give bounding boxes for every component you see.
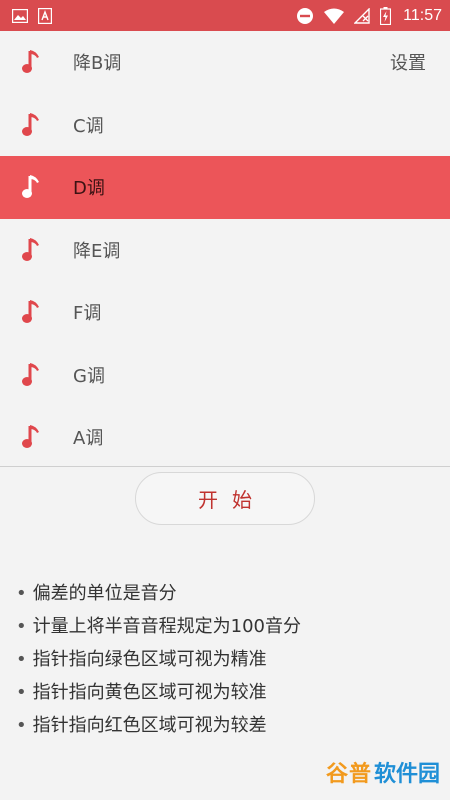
bullet: • <box>16 649 27 670</box>
list-item: • 指针指向红色区域可视为较差 <box>16 709 301 742</box>
status-left <box>12 7 52 24</box>
note-text: 计量上将半音音程规定为100音分 <box>32 616 301 637</box>
note-text: 指针指向红色区域可视为较差 <box>32 715 267 736</box>
watermark-text-1: 谷普 <box>325 762 372 787</box>
instructions-list: • 偏差的单位是音分 • 计量上将半音音程规定为100音分 • 指针指向绿色区域可视为… <box>16 577 301 742</box>
music-note-icon <box>22 174 42 200</box>
music-note-icon <box>22 424 42 450</box>
bullet: • <box>16 616 27 637</box>
status-bar: 11:57 <box>0 0 450 31</box>
key-item-d-selected[interactable]: D调 <box>0 156 450 219</box>
do-not-disturb-icon <box>296 7 314 25</box>
list-item: • 计量上将半音音程规定为100音分 <box>16 610 301 643</box>
key-label: G调 <box>73 365 105 387</box>
watermark-text-2: 软件园 <box>373 762 440 787</box>
list-item: • 偏差的单位是音分 <box>16 577 301 610</box>
watermark-logo: 谷普 软件园 <box>326 754 440 790</box>
music-note-icon <box>22 49 42 75</box>
bullet: • <box>16 682 27 703</box>
key-item-g[interactable]: G调 <box>0 343 450 406</box>
settings-button[interactable]: 设置 <box>390 49 426 75</box>
list-item: • 指针指向绿色区域可视为精准 <box>16 643 301 676</box>
music-note-icon <box>22 237 42 263</box>
bullet: • <box>16 583 27 604</box>
image-icon <box>12 8 28 23</box>
note-text: 指针指向黄色区域可视为较准 <box>32 682 267 703</box>
wifi-icon <box>324 8 345 24</box>
key-item-b-flat[interactable]: 降B调 设置 <box>0 31 450 94</box>
text-a-icon <box>38 7 52 24</box>
key-label: 降E调 <box>73 240 121 262</box>
music-note-icon <box>22 112 42 138</box>
key-item-a[interactable]: A调 <box>0 406 450 469</box>
key-item-f[interactable]: F调 <box>0 281 450 344</box>
key-label: D调 <box>73 178 105 200</box>
note-text: 偏差的单位是音分 <box>32 583 177 604</box>
list-item: • 指针指向黄色区域可视为较准 <box>16 676 301 709</box>
battery-charging-icon <box>380 6 392 25</box>
no-signal-icon <box>354 7 370 24</box>
key-label: C调 <box>73 115 104 137</box>
music-note-icon <box>22 362 42 388</box>
start-button[interactable]: 开始 <box>135 472 315 525</box>
bullet: • <box>16 715 27 736</box>
status-time: 11:57 <box>403 6 442 24</box>
key-item-c[interactable]: C调 <box>0 93 450 156</box>
key-label: A调 <box>73 428 104 450</box>
key-list: 降B调 设置 C调 D调 降E调 F调 G调 A调 <box>0 31 450 469</box>
list-divider <box>0 466 450 467</box>
key-label: 降B调 <box>73 53 122 75</box>
status-right: 11:57 <box>296 6 442 25</box>
key-item-e-flat[interactable]: 降E调 <box>0 218 450 281</box>
note-text: 指针指向绿色区域可视为精准 <box>32 649 267 670</box>
music-note-icon <box>22 299 42 325</box>
key-label: F调 <box>73 303 102 325</box>
